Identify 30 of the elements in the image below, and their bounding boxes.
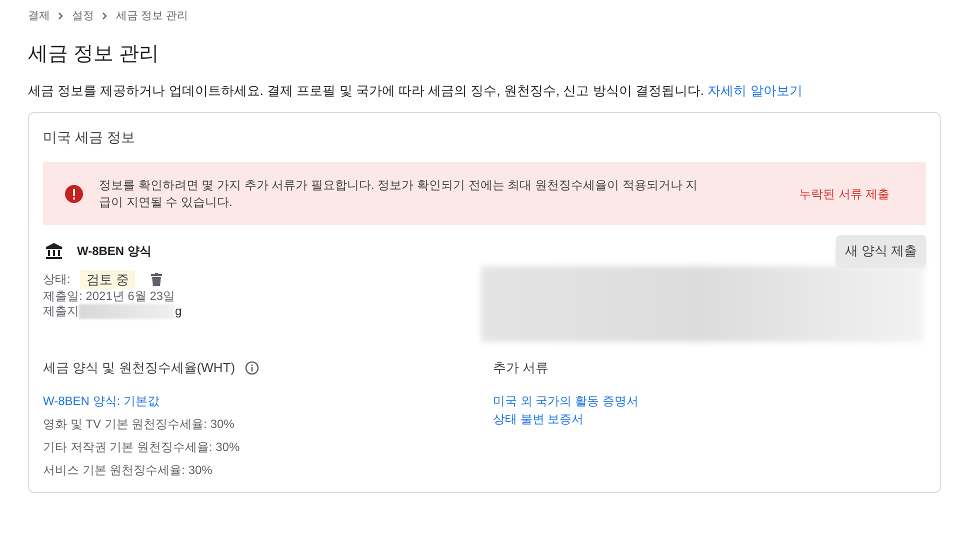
bank-icon [45, 242, 63, 260]
info-icon[interactable] [245, 360, 260, 375]
document-link[interactable]: 미국 외 국가의 활동 증명서 [493, 392, 638, 410]
submitter-name: g [175, 304, 182, 319]
form-default-link[interactable]: W-8BEN 양식: 기본값 [43, 392, 481, 410]
breadcrumb-item: 세금 정보 관리 [116, 9, 188, 24]
rates-heading: 세금 양식 및 원천징수세율(WHT) [43, 359, 236, 377]
new-form-button[interactable]: 새 양식 제출 [836, 235, 926, 266]
submitter-label: 제출지 [43, 304, 79, 319]
page-title: 세금 정보 관리 [28, 42, 160, 66]
page-description: 세금 정보를 제공하거나 업데이트하세요. 결제 프로필 및 국가에 따라 세금의 징수, 원천징수, 신고 방식이 결정됩니다. 자세히 알아보기 [28, 82, 804, 100]
learn-more-link[interactable]: 자세히 알아보기 [708, 82, 802, 98]
status-label: 상태: [43, 272, 70, 287]
submit-missing-link[interactable]: 누락된 서류 제출 [799, 184, 890, 202]
document-link[interactable]: 상태 불변 보증서 [493, 410, 638, 428]
trash-icon[interactable] [150, 273, 162, 286]
rate-text: 영화 및 TV 기본 원천징수세율: 30% [43, 416, 236, 432]
breadcrumb-item[interactable]: 결제 [28, 8, 50, 24]
rate-text: 서비스 기본 원천징수세율: 30% [43, 462, 214, 478]
form-name: W-8BEN 양식 [77, 242, 152, 260]
status-badge: 검토 중 [80, 270, 135, 289]
breadcrumb-item[interactable]: 설정 [72, 8, 94, 24]
alert-message: 정보를 확인하려면 몇 가지 추가 서류가 필요합니다. 정보가 확인되기 전에는 최대 원천징수세율이 적용되거나 지급이 지연될 수 있습니다. [99, 176, 699, 210]
error-icon [65, 184, 83, 202]
submitted-date: 제출일: 2021년 6월 23일 [43, 289, 176, 304]
card-title: 미국 세금 정보 [43, 128, 136, 147]
chevron-icon [58, 12, 64, 20]
documents-heading: 추가 서류 [493, 359, 550, 377]
rate-text: 기타 저작권 기본 원천징수세율: 30% [43, 438, 241, 456]
chevron-icon [102, 12, 108, 20]
